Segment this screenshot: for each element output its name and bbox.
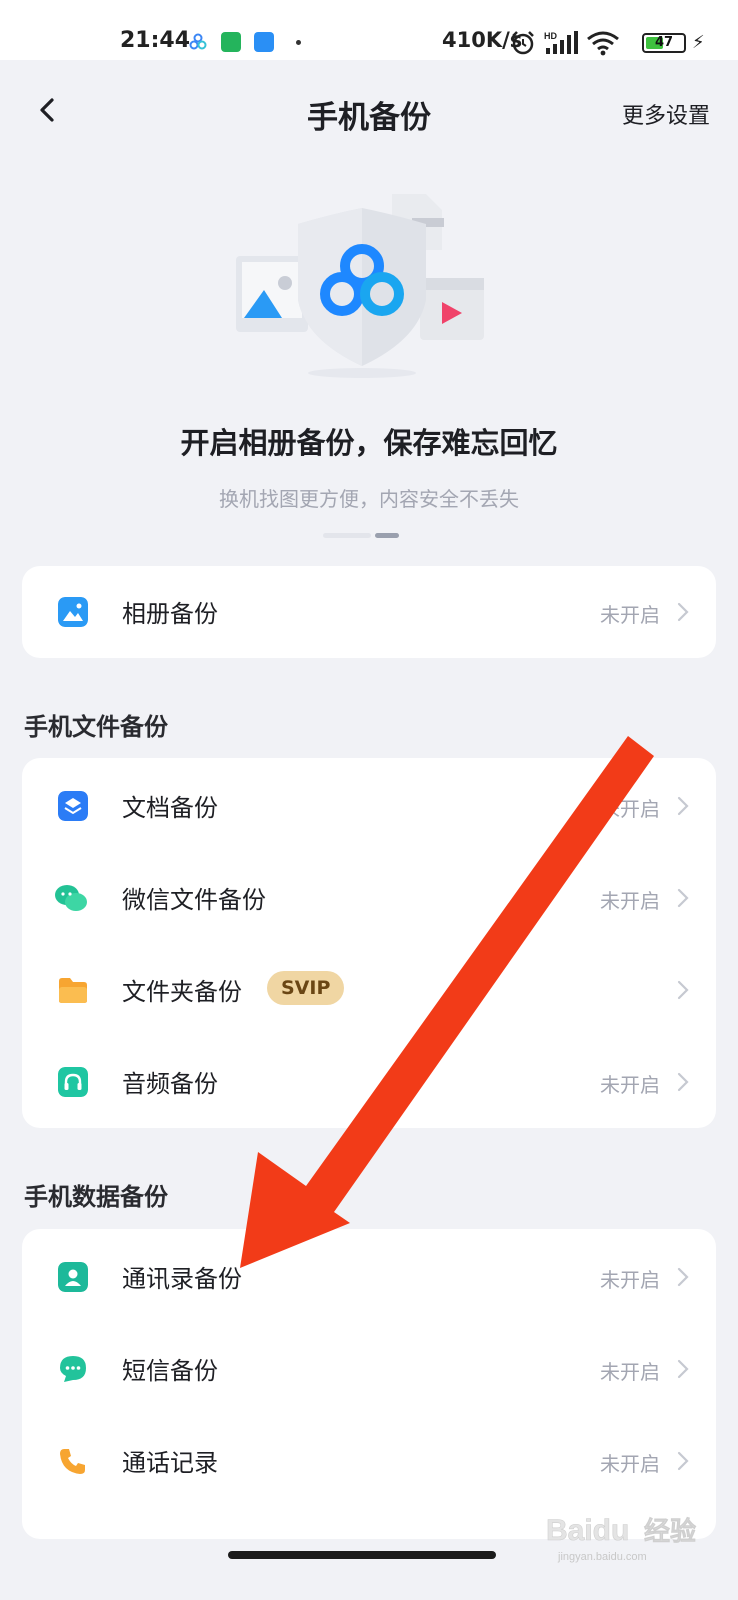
nav-header: 手机备份 更多设置 [0,60,738,160]
data-backup-card: 通讯录备份 未开启 短信备份 未开启 通话记录 未开启 [22,1229,716,1539]
svip-badge: SVIP [267,971,345,1005]
chevron-right-icon [677,980,689,1000]
hd-label: HD [544,31,557,41]
file-backup-card: 文档备份 未开启 微信文件备份 未开启 文件夹备份 SVIP 音频备份 未开启 [22,758,716,1128]
audio-backup-status: 未开启 [600,1073,660,1097]
carousel-dot-inactive[interactable] [323,533,371,538]
call-log-label: 通话记录 [122,1449,218,1477]
wechat-file-backup-row[interactable]: 微信文件备份 未开启 [22,852,716,944]
hero-subtitle: 换机找图更方便，内容安全不丢失 [219,487,519,511]
battery-text: 47 [654,35,674,50]
document-backup-row[interactable]: 文档备份 未开启 [22,760,716,852]
more-settings-button[interactable]: 更多设置 [622,98,710,130]
album-backup-label: 相册备份 [122,600,218,628]
sms-backup-status: 未开启 [600,1360,660,1384]
folder-backup-row[interactable]: 文件夹备份 SVIP [22,944,716,1036]
chevron-right-icon [677,888,689,908]
document-backup-label: 文档备份 [122,794,218,822]
call-log-row[interactable]: 通话记录 未开启 [22,1415,716,1507]
contacts-backup-row[interactable]: 通讯录备份 未开启 [22,1231,716,1323]
cloud-notification-icon [254,32,274,52]
chevron-right-icon [677,1359,689,1379]
album-backup-row[interactable]: 相册备份 未开启 [22,566,716,658]
backup-illustration [236,194,484,378]
alarm-icon [512,31,534,55]
chevron-right-icon [677,1267,689,1287]
audio-backup-label: 音频备份 [122,1070,218,1098]
wechat-file-backup-status: 未开启 [600,889,660,913]
status-bar: 21:44 410K/s HD 47 ⚡ [0,0,738,60]
sms-icon [60,1356,86,1382]
file-section-title: 手机文件备份 [24,713,168,741]
folder-icon [59,978,87,1003]
contacts-icon [58,1262,88,1292]
album-backup-status: 未开启 [600,603,660,627]
chevron-right-icon [677,1451,689,1471]
home-indicator[interactable] [228,1551,496,1559]
baidu-cloud-small-icon [189,33,207,50]
status-time: 21:44 [120,28,191,53]
phone-icon [60,1449,85,1474]
charging-icon: ⚡ [692,32,705,53]
app-notification-icon [221,32,241,52]
chevron-right-icon [677,796,689,816]
album-backup-card[interactable]: 相册备份 未开启 [22,566,716,658]
watermark-text: 经验 [644,1516,696,1547]
contacts-backup-label: 通讯录备份 [122,1265,242,1293]
watermark-url: jingyan.baidu.com [557,1551,647,1563]
data-section-title: 手机数据备份 [24,1183,168,1211]
document-icon [58,791,88,821]
signal-icon: HD [544,31,578,54]
sms-backup-row[interactable]: 短信备份 未开启 [22,1323,716,1415]
watermark-brand: Baidu [546,1514,629,1547]
chevron-right-icon [677,1072,689,1092]
wechat-file-backup-label: 微信文件备份 [122,886,266,914]
battery-icon: 47 [642,33,686,53]
audio-backup-row[interactable]: 音频备份 未开启 [22,1036,716,1128]
document-backup-status: 未开启 [600,797,660,821]
baidu-jingyan-watermark: Baidu 经验 jingyan.baidu.com [546,1514,697,1563]
album-icon [58,597,88,627]
sms-backup-label: 短信备份 [122,1357,218,1385]
contacts-backup-status: 未开启 [600,1268,660,1292]
more-notifications-dot [296,40,301,45]
chevron-right-icon [677,602,689,622]
wechat-icon [55,885,87,911]
folder-backup-label: 文件夹备份 [122,978,242,1006]
hero-title: 开启相册备份，保存难忘回忆 [180,426,558,460]
audio-icon [58,1067,88,1097]
wifi-icon [587,31,619,56]
call-log-status: 未开启 [600,1452,660,1476]
carousel-dot-active[interactable] [375,533,399,538]
